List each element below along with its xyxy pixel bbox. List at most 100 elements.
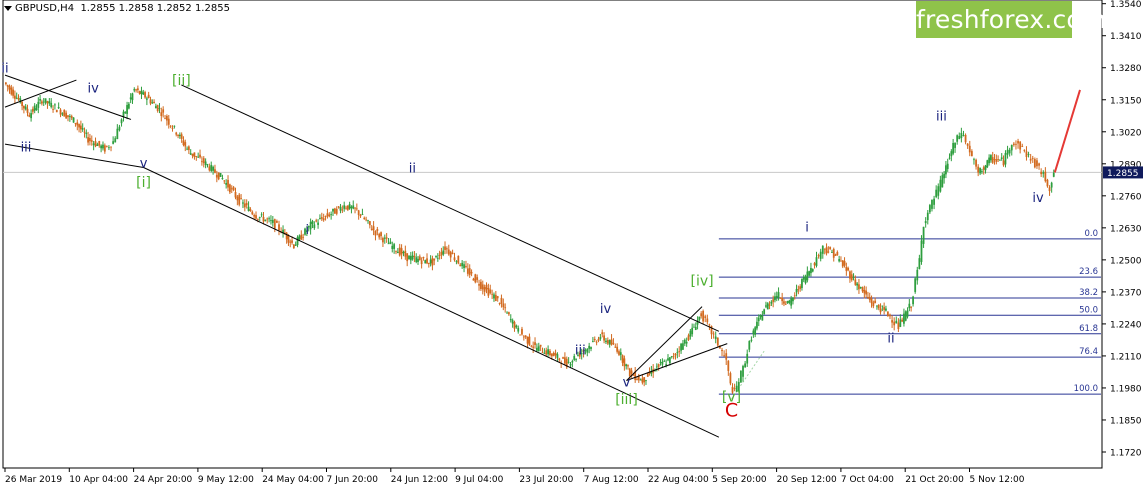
candle-body (59, 109, 62, 115)
candle-body (317, 222, 319, 225)
candle-body (126, 105, 128, 114)
candle-body (537, 346, 540, 352)
candle-body (124, 111, 127, 113)
candle-body (545, 350, 548, 355)
candle-body (1017, 141, 1019, 144)
candle-body (526, 336, 529, 344)
wave-label: v (623, 376, 631, 391)
candle-body (500, 297, 503, 304)
candle-body (178, 134, 181, 137)
candle-body (636, 379, 638, 380)
candle-body (370, 228, 373, 231)
candle-body (326, 213, 329, 217)
candle-body (333, 208, 336, 214)
candle-body (775, 296, 778, 298)
candle-body (765, 305, 767, 307)
candle-body (85, 132, 88, 134)
candle-body (997, 159, 1000, 160)
candle-body (995, 159, 998, 162)
candle-body (964, 134, 967, 143)
candle-body (595, 341, 598, 343)
candle-body (1048, 187, 1051, 192)
candle-body (251, 211, 254, 215)
candle-body (313, 224, 316, 229)
candle-body (68, 115, 71, 117)
dropdown-triangle-icon[interactable] (4, 5, 12, 11)
candle-body (910, 306, 913, 308)
candle-body (287, 235, 290, 243)
candle-body (40, 101, 43, 104)
candle-body (954, 142, 956, 148)
wave-label: iv (1032, 191, 1044, 206)
candle-body (79, 125, 82, 130)
candle-body (167, 118, 170, 125)
y-tick-label: 1.2630 (1110, 224, 1142, 234)
candle-body (433, 258, 436, 261)
candle-body (328, 214, 331, 217)
wave-label: i (306, 223, 310, 238)
candle-body (702, 310, 705, 322)
candle-body (856, 283, 859, 286)
candle-body (96, 144, 99, 146)
candle-body (943, 173, 946, 179)
candle-body (21, 101, 23, 107)
candle-body (683, 339, 686, 344)
candle-body (4, 82, 7, 85)
candle-body (149, 99, 152, 104)
candle-body (759, 315, 762, 318)
candle-body (504, 307, 507, 309)
candle-body (667, 358, 669, 361)
candle-body (298, 235, 301, 240)
y-tick-label: 1.2760 (1110, 192, 1142, 202)
candle-body (238, 194, 241, 205)
candle-body (924, 221, 927, 224)
candle-body (655, 366, 658, 368)
x-tick-label: 7 Jun 20:00 (327, 475, 379, 485)
y-tick-label: 1.1850 (1110, 416, 1142, 426)
candle-body (815, 257, 818, 266)
candle-body (400, 248, 403, 255)
candle-body (901, 319, 904, 322)
candle-body (173, 125, 176, 127)
candle-body (623, 358, 626, 367)
candle-body (451, 252, 454, 254)
candle-body (970, 151, 973, 157)
candle-body (54, 104, 56, 106)
candle-body (554, 353, 557, 356)
candle-body (1008, 149, 1011, 154)
candle-body (78, 124, 80, 128)
candle-body (991, 157, 994, 163)
candle-body (28, 114, 31, 117)
candle-body (417, 258, 419, 262)
candle-body (273, 219, 276, 229)
candle-body (766, 303, 769, 310)
candle-body (806, 271, 809, 281)
candle-body (275, 221, 278, 223)
candle-body (530, 345, 533, 347)
candle-body (210, 164, 213, 171)
candle-body (768, 304, 771, 306)
candle-body (876, 305, 878, 307)
candle-body (868, 296, 871, 300)
candle-body (63, 110, 66, 117)
candle-body (498, 303, 501, 304)
candle-body (1010, 144, 1013, 151)
y-tick-label: 1.2110 (1110, 352, 1142, 362)
forecast-arrow (1053, 89, 1081, 173)
wave-label: [i] (136, 175, 151, 191)
wave-label: iii (21, 140, 32, 155)
candle-body (335, 208, 338, 214)
candle-body (618, 351, 620, 355)
candle-body (727, 360, 730, 371)
candle-body (676, 352, 679, 354)
candle-body (865, 290, 868, 295)
candle-body (368, 221, 371, 226)
candle-body (770, 301, 773, 304)
candle-body (831, 252, 833, 253)
candle-body (46, 101, 49, 104)
candle-body (127, 103, 130, 109)
candle-body (591, 341, 594, 343)
candle-body (147, 94, 150, 99)
candle-body (508, 312, 510, 315)
candle-body (619, 352, 622, 356)
